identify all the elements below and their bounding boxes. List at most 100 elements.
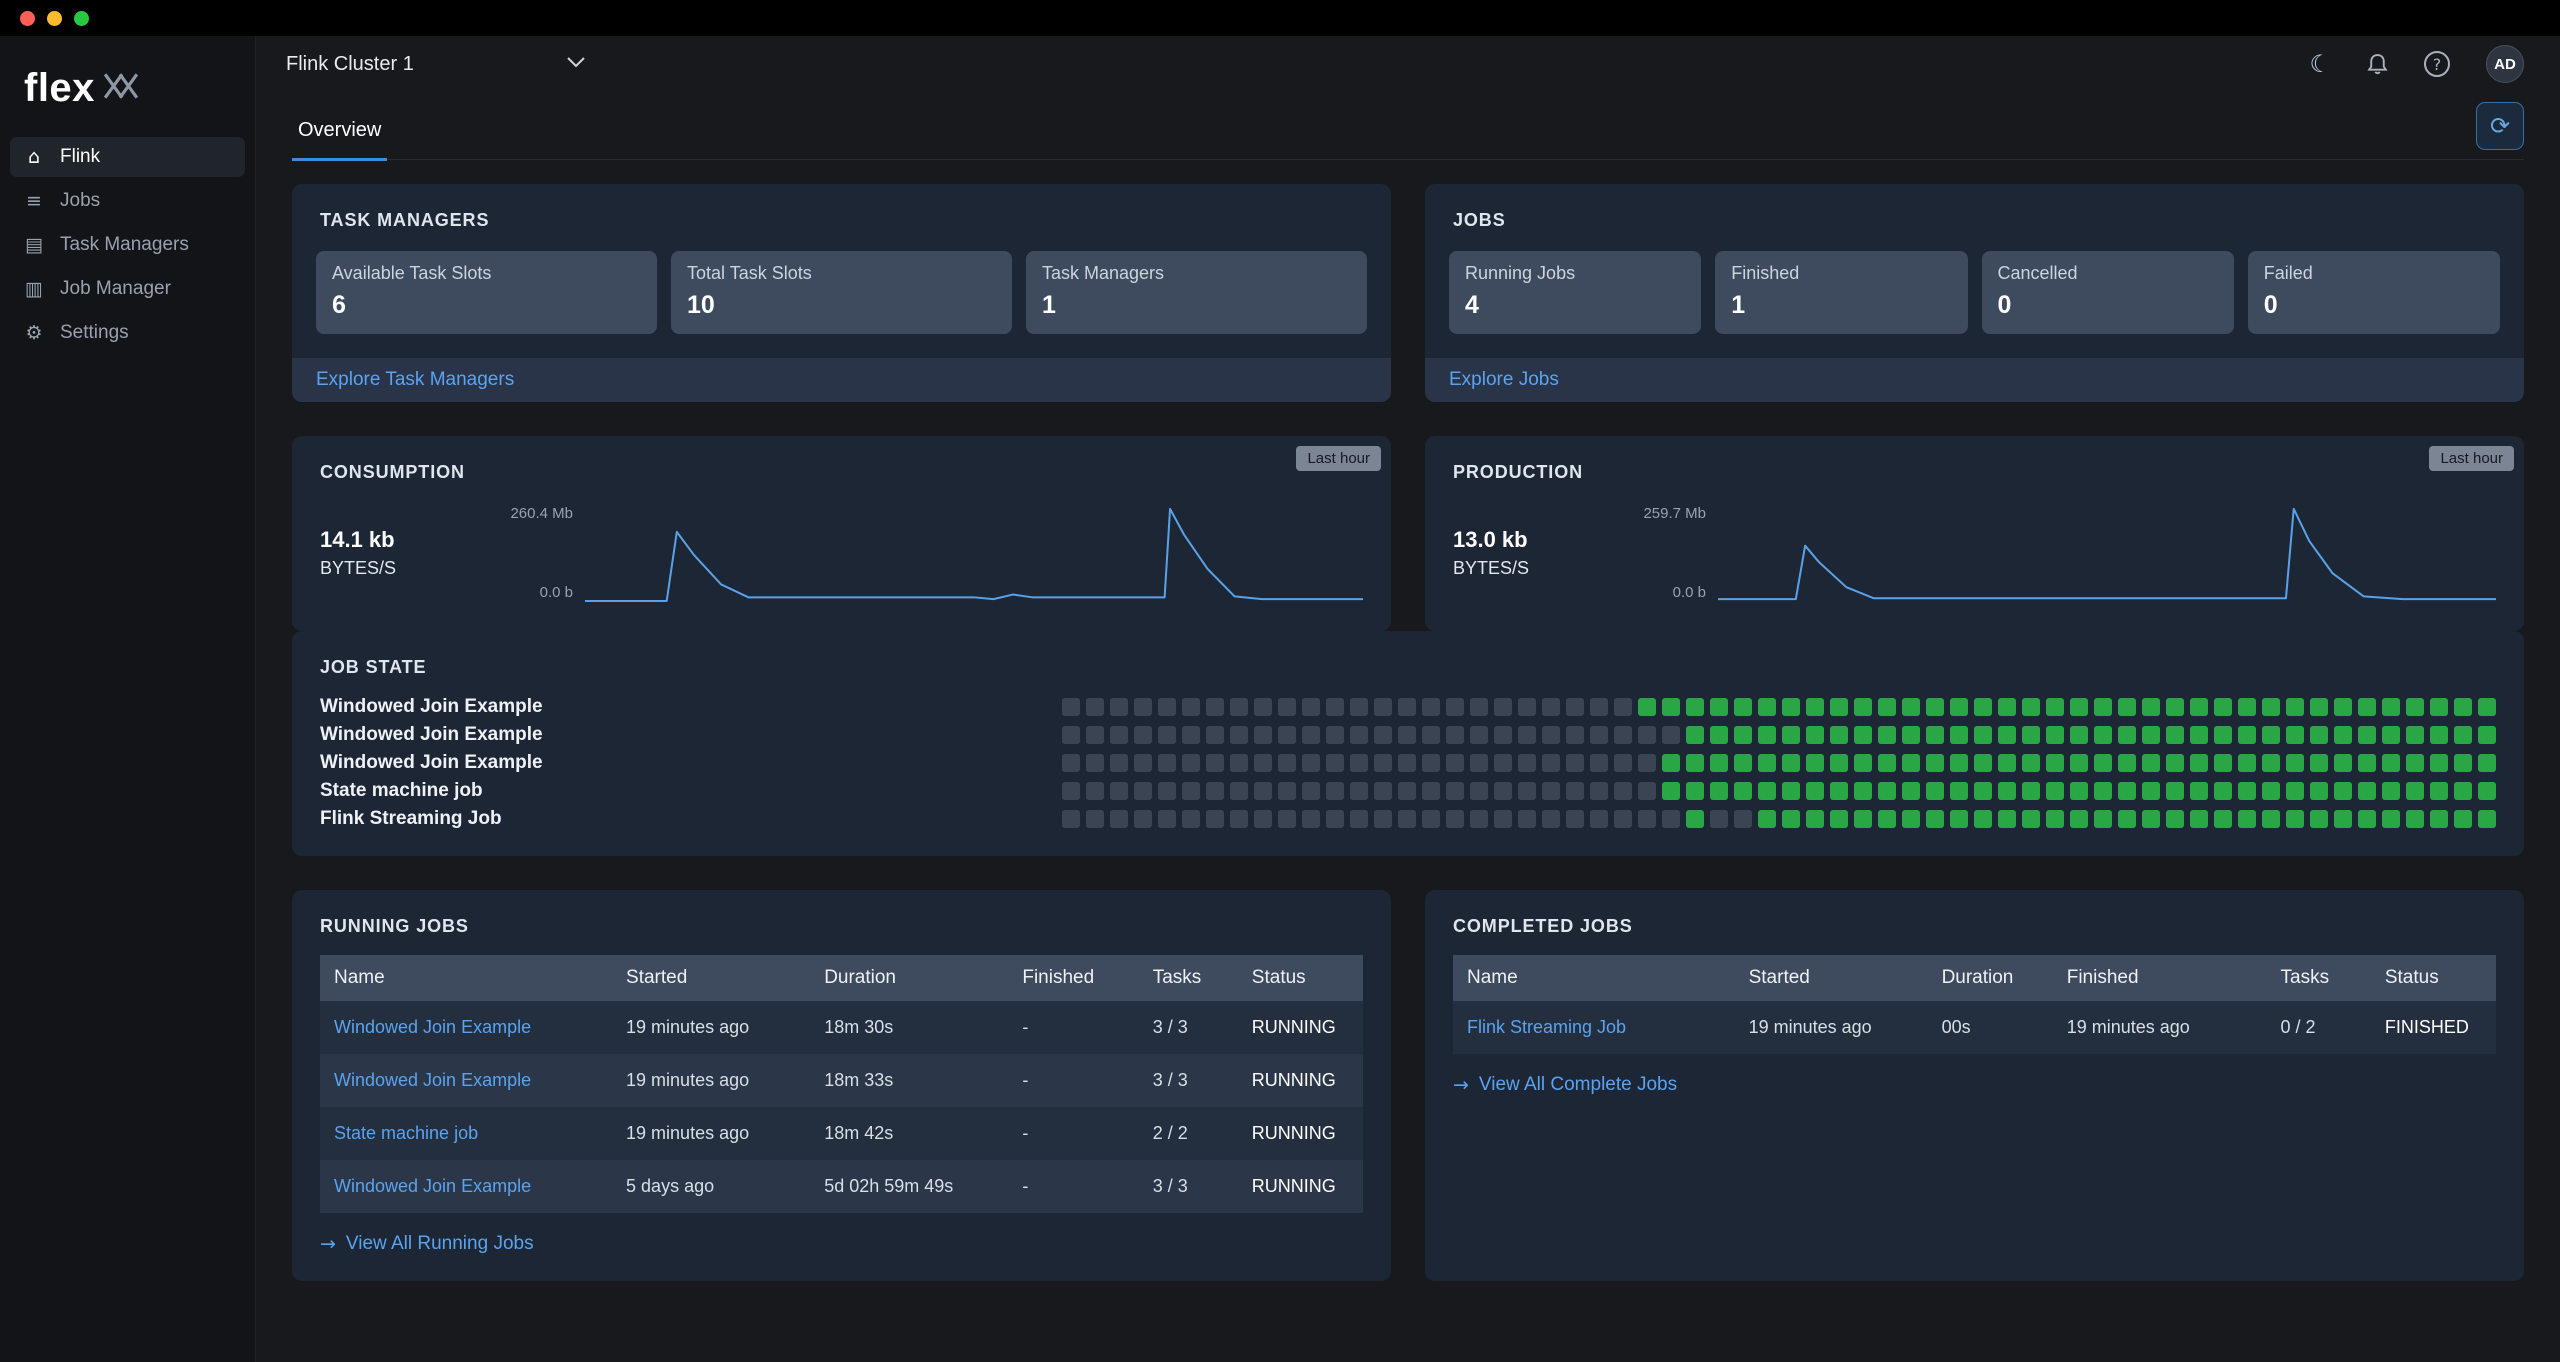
state-cell-ok: [1710, 782, 1728, 800]
sidebar-item-jobs[interactable]: ≡Jobs: [10, 181, 245, 221]
state-cell-ok: [2310, 754, 2328, 772]
user-avatar[interactable]: AD: [2486, 45, 2524, 83]
job-name-link[interactable]: Windowed Join Example: [320, 1176, 612, 1197]
column-header: Status: [2371, 967, 2496, 989]
state-cell-ok: [1998, 698, 2016, 716]
state-cell-ok: [2382, 782, 2400, 800]
job-name-link[interactable]: State machine job: [320, 1123, 612, 1144]
state-cell-ok: [1950, 726, 1968, 744]
state-cell-idle: [1446, 726, 1464, 744]
job-name-link[interactable]: Windowed Join Example: [320, 1070, 612, 1091]
state-cell-idle: [1230, 754, 1248, 772]
state-cell-ok: [2286, 698, 2304, 716]
column-header: Name: [320, 967, 612, 989]
state-cell-ok: [1950, 698, 1968, 716]
state-cell-ok: [1782, 754, 1800, 772]
arrow-right-icon: →: [1453, 1074, 1469, 1096]
column-header: Duration: [1928, 967, 2053, 989]
state-cell-idle: [1206, 810, 1224, 828]
tab-overview[interactable]: Overview: [292, 119, 387, 161]
state-cell-idle: [1206, 754, 1224, 772]
refresh-button[interactable]: ⟳: [2476, 102, 2524, 150]
state-cell-ok: [2094, 698, 2112, 716]
y-min-label: 0.0 b: [540, 584, 573, 601]
cell-status: FINISHED: [2371, 1017, 2496, 1038]
state-cell-idle: [1230, 698, 1248, 716]
cell-started: 19 minutes ago: [1735, 1017, 1928, 1038]
table-row: Windowed Join Example19 minutes ago18m 3…: [320, 1001, 1363, 1054]
servers-icon: ▤: [22, 234, 46, 256]
state-cell-ok: [1782, 782, 1800, 800]
state-cell-ok: [1854, 698, 1872, 716]
cell-finished: -: [1008, 1017, 1138, 1038]
job-name-link[interactable]: Flink Streaming Job: [1453, 1017, 1735, 1038]
state-cell-ok: [2454, 698, 2472, 716]
cluster-select[interactable]: Flink Cluster 1: [286, 53, 586, 76]
consumption-sparkline: [585, 505, 1363, 601]
state-cell-ok: [2070, 726, 2088, 744]
state-cell-ok: [2286, 810, 2304, 828]
state-cell-ok: [1710, 754, 1728, 772]
state-cell-idle: [1446, 810, 1464, 828]
minimize-window-button[interactable]: [47, 11, 62, 26]
state-cell-ok: [1926, 810, 1944, 828]
state-cell-idle: [1566, 698, 1584, 716]
sidebar-item-label: Flink: [60, 146, 100, 168]
state-cell-ok: [2478, 810, 2496, 828]
state-cell-ok: [1926, 698, 1944, 716]
view-all-label: View All Running Jobs: [346, 1233, 534, 1255]
state-cell-idle: [1062, 782, 1080, 800]
state-cell-idle: [1638, 810, 1656, 828]
cell-status: RUNNING: [1238, 1017, 1363, 1038]
time-range-badge: Last hour: [1296, 446, 1381, 471]
state-cell-ok: [2046, 782, 2064, 800]
state-cell-ok: [2430, 726, 2448, 744]
state-cell-ok: [2238, 754, 2256, 772]
cell-duration: 18m 33s: [810, 1070, 1008, 1091]
state-cell-idle: [1086, 754, 1104, 772]
dark-mode-moon-icon[interactable]: ☾: [2309, 50, 2331, 78]
view-all-running-jobs-link[interactable]: → View All Running Jobs: [320, 1233, 1363, 1255]
sidebar-nav: ⌂Flink≡Jobs▤Task Managers▥Job Manager⚙Se…: [0, 137, 255, 353]
state-cell-ok: [2214, 698, 2232, 716]
state-cell-idle: [1206, 782, 1224, 800]
column-header: Duration: [810, 967, 1008, 989]
state-cell-ok: [2142, 726, 2160, 744]
state-cell-ok: [1902, 810, 1920, 828]
sidebar-item-flink[interactable]: ⌂Flink: [10, 137, 245, 177]
maximize-window-button[interactable]: [74, 11, 89, 26]
state-cell-ok: [2166, 810, 2184, 828]
state-cell-ok: [2310, 782, 2328, 800]
state-cell-ok: [2286, 726, 2304, 744]
state-cell-ok: [2334, 754, 2352, 772]
state-cell-idle: [1614, 782, 1632, 800]
list-icon: ≡: [22, 190, 46, 212]
state-cell-idle: [1374, 754, 1392, 772]
sidebar-item-job-manager[interactable]: ▥Job Manager: [10, 269, 245, 309]
state-cell-ok: [2094, 810, 2112, 828]
cell-tasks: 3 / 3: [1139, 1017, 1238, 1038]
cell-duration: 18m 42s: [810, 1123, 1008, 1144]
job-name-link[interactable]: Windowed Join Example: [320, 1017, 612, 1038]
explore-jobs-link[interactable]: Explore Jobs: [1425, 358, 2524, 402]
throughput-metric: 13.0 kb BYTES/S: [1453, 527, 1618, 579]
explore-task-managers-link[interactable]: Explore Task Managers: [292, 358, 1391, 402]
sidebar-item-settings[interactable]: ⚙Settings: [10, 313, 245, 353]
stat-label: Cancelled: [1998, 263, 2218, 284]
table-row: State machine job19 minutes ago18m 42s-2…: [320, 1107, 1363, 1160]
state-cell-ok: [2358, 810, 2376, 828]
state-cell-ok: [2286, 754, 2304, 772]
help-icon[interactable]: ?: [2424, 51, 2450, 77]
job-state-row: Windowed Join Example: [320, 724, 2496, 746]
notifications-bell-icon[interactable]: [2367, 53, 2388, 76]
sidebar-item-task-managers[interactable]: ▤Task Managers: [10, 225, 245, 265]
view-all-complete-jobs-link[interactable]: → View All Complete Jobs: [1453, 1074, 2496, 1096]
table-header-row: NameStartedDurationFinishedTasksStatus: [1453, 955, 2496, 1001]
state-cell-ok: [2190, 810, 2208, 828]
state-cell-ok: [1806, 810, 1824, 828]
state-cell-ok: [1686, 754, 1704, 772]
close-window-button[interactable]: [20, 11, 35, 26]
cell-finished: -: [1008, 1070, 1138, 1091]
state-cell-idle: [1302, 754, 1320, 772]
time-range-badge: Last hour: [2429, 446, 2514, 471]
